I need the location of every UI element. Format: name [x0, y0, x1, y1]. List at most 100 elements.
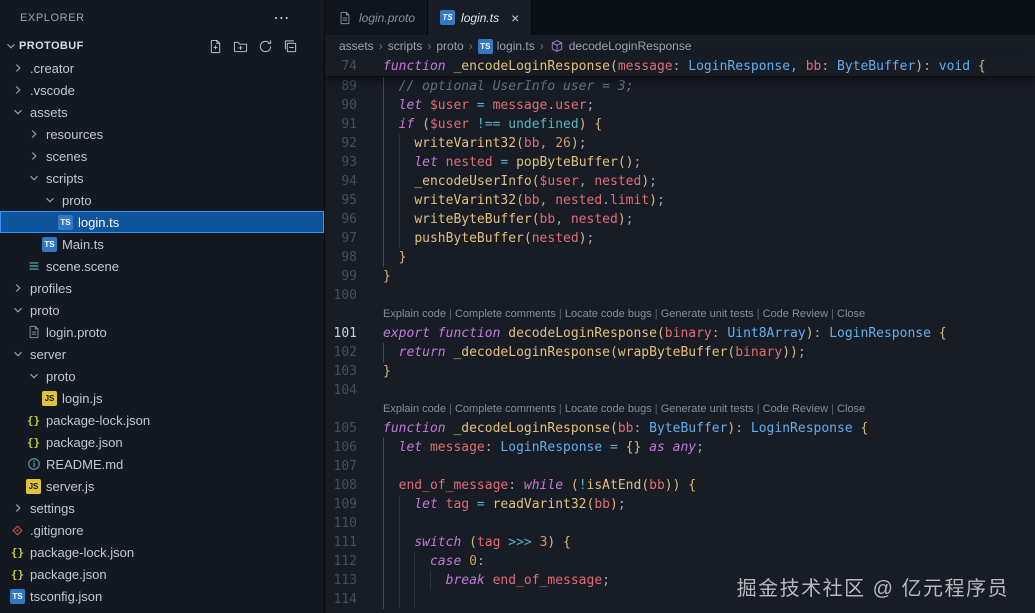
- line-number[interactable]: 101: [325, 324, 357, 343]
- line-number[interactable]: 113: [325, 571, 357, 590]
- sticky-scroll-line[interactable]: 74function _encodeLoginResponse(message:…: [325, 57, 1035, 77]
- tree-item-tsconfig-json[interactable]: TStsconfig.json: [0, 585, 324, 607]
- codelens-link-close[interactable]: Close: [837, 403, 865, 415]
- line-number[interactable]: 96: [325, 210, 357, 229]
- new-folder-icon[interactable]: [231, 37, 249, 55]
- code-line[interactable]: _encodeUserInfo($user, nested);: [357, 172, 1035, 191]
- line-number[interactable]: 93: [325, 153, 357, 172]
- tree-item-resources[interactable]: resources: [0, 123, 324, 145]
- line-number[interactable]: 102: [325, 343, 357, 362]
- code-line[interactable]: [357, 381, 1035, 400]
- line-number[interactable]: 105: [325, 419, 357, 438]
- tree-item-package-json[interactable]: {}package.json: [0, 431, 324, 453]
- breadcrumb-item-login-ts[interactable]: TSlogin.ts: [478, 39, 535, 54]
- code-line[interactable]: let message: LoginResponse = {} as any;: [357, 438, 1035, 457]
- line-number[interactable]: 92: [325, 134, 357, 153]
- line-number[interactable]: 99: [325, 267, 357, 286]
- tree-item-server[interactable]: server: [0, 343, 324, 365]
- code-line[interactable]: [357, 457, 1035, 476]
- code-line[interactable]: let nested = popByteBuffer();: [357, 153, 1035, 172]
- code-line[interactable]: return _decodeLoginResponse(wrapByteBuff…: [357, 343, 1035, 362]
- tree-item-proto[interactable]: proto: [0, 299, 324, 321]
- line-number[interactable]: 107: [325, 457, 357, 476]
- codelens-link-complete-comments[interactable]: Complete comments: [455, 308, 556, 320]
- tree-item-scene-scene[interactable]: scene.scene: [0, 255, 324, 277]
- breadcrumb-item-proto[interactable]: proto: [436, 39, 463, 53]
- tree-item-package-json[interactable]: {}package.json: [0, 563, 324, 585]
- line-number[interactable]: 91: [325, 115, 357, 134]
- line-number[interactable]: 110: [325, 514, 357, 533]
- code-line[interactable]: }: [357, 362, 1035, 381]
- codelens-link-locate-code-bugs[interactable]: Locate code bugs: [565, 403, 652, 415]
- more-actions-icon[interactable]: ⋯: [273, 8, 290, 28]
- breadcrumb-item-assets[interactable]: assets: [339, 39, 374, 53]
- code-line[interactable]: switch (tag >>> 3) {: [357, 533, 1035, 552]
- tree-item-login-proto[interactable]: login.proto: [0, 321, 324, 343]
- code-line[interactable]: if ($user !== undefined) {: [357, 115, 1035, 134]
- line-number[interactable]: 112: [325, 552, 357, 571]
- code-line[interactable]: }: [357, 267, 1035, 286]
- tree-item-package-lock-json[interactable]: {}package-lock.json: [0, 541, 324, 563]
- tree-item-settings[interactable]: settings: [0, 497, 324, 519]
- code-line[interactable]: [357, 286, 1035, 305]
- codelens-link-complete-comments[interactable]: Complete comments: [455, 403, 556, 415]
- line-number[interactable]: 90: [325, 96, 357, 115]
- codelens-link-explain-code[interactable]: Explain code: [383, 403, 446, 415]
- line-number[interactable]: 114: [325, 590, 357, 609]
- line-number[interactable]: 106: [325, 438, 357, 457]
- section-header-protobuf[interactable]: PROTOBUF: [0, 35, 324, 57]
- line-number[interactable]: 98: [325, 248, 357, 267]
- tree-item-scripts[interactable]: scripts: [0, 167, 324, 189]
- codelens-link-code-review[interactable]: Code Review: [763, 403, 828, 415]
- code-line[interactable]: export function decodeLoginResponse(bina…: [357, 324, 1035, 343]
- code-line[interactable]: // optional UserInfo user = 3;: [357, 77, 1035, 96]
- refresh-icon[interactable]: [256, 37, 274, 55]
- tree-item-login-js[interactable]: JSlogin.js: [0, 387, 324, 409]
- line-number[interactable]: 109: [325, 495, 357, 514]
- tree-item-gitignore[interactable]: .gitignore: [0, 519, 324, 541]
- tree-item-proto[interactable]: proto: [0, 365, 324, 387]
- new-file-icon[interactable]: [206, 37, 224, 55]
- code-line[interactable]: end_of_message: while (!isAtEnd(bb)) {: [357, 476, 1035, 495]
- codelens-links[interactable]: Explain code | Complete comments | Locat…: [357, 305, 1035, 324]
- codelens-link-generate-unit-tests[interactable]: Generate unit tests: [661, 308, 754, 320]
- tab-login-proto[interactable]: login.proto: [325, 0, 428, 35]
- code-line[interactable]: function _encodeLoginResponse(message: L…: [357, 57, 1035, 76]
- tree-item-assets[interactable]: assets: [0, 101, 324, 123]
- line-number[interactable]: [325, 400, 357, 419]
- code-line[interactable]: pushByteBuffer(nested);: [357, 229, 1035, 248]
- code-line[interactable]: function _decodeLoginResponse(bb: ByteBu…: [357, 419, 1035, 438]
- line-number[interactable]: 97: [325, 229, 357, 248]
- code-line[interactable]: writeVarint32(bb, nested.limit);: [357, 191, 1035, 210]
- tree-item-profiles[interactable]: profiles: [0, 277, 324, 299]
- tree-item-server-js[interactable]: JSserver.js: [0, 475, 324, 497]
- codelens-link-code-review[interactable]: Code Review: [763, 308, 828, 320]
- code-line[interactable]: case 0:: [357, 552, 1035, 571]
- line-number[interactable]: 95: [325, 191, 357, 210]
- tree-item-main-ts[interactable]: TSMain.ts: [0, 233, 324, 255]
- code-line[interactable]: [357, 514, 1035, 533]
- codelens-links[interactable]: Explain code | Complete comments | Locat…: [357, 400, 1035, 419]
- collapse-all-icon[interactable]: [281, 37, 299, 55]
- breadcrumb-item-scripts[interactable]: scripts: [388, 39, 423, 53]
- code-line[interactable]: [357, 590, 1035, 609]
- line-number[interactable]: 74: [325, 57, 357, 76]
- code-line[interactable]: writeVarint32(bb, 26);: [357, 134, 1035, 153]
- line-number[interactable]: 89: [325, 77, 357, 96]
- tree-item-readme-md[interactable]: README.md: [0, 453, 324, 475]
- line-number[interactable]: 103: [325, 362, 357, 381]
- code-line[interactable]: }: [357, 248, 1035, 267]
- line-number[interactable]: 100: [325, 286, 357, 305]
- close-tab-icon[interactable]: ×: [511, 10, 519, 26]
- codelens-link-generate-unit-tests[interactable]: Generate unit tests: [661, 403, 754, 415]
- line-number[interactable]: 111: [325, 533, 357, 552]
- code-line[interactable]: let tag = readVarint32(bb);: [357, 495, 1035, 514]
- codelens-link-close[interactable]: Close: [837, 308, 865, 320]
- line-number[interactable]: 108: [325, 476, 357, 495]
- tree-item-creator[interactable]: .creator: [0, 57, 324, 79]
- tree-item-vscode[interactable]: .vscode: [0, 79, 324, 101]
- codelens-link-locate-code-bugs[interactable]: Locate code bugs: [565, 308, 652, 320]
- line-number[interactable]: 104: [325, 381, 357, 400]
- code-line[interactable]: let $user = message.user;: [357, 96, 1035, 115]
- line-number[interactable]: 94: [325, 172, 357, 191]
